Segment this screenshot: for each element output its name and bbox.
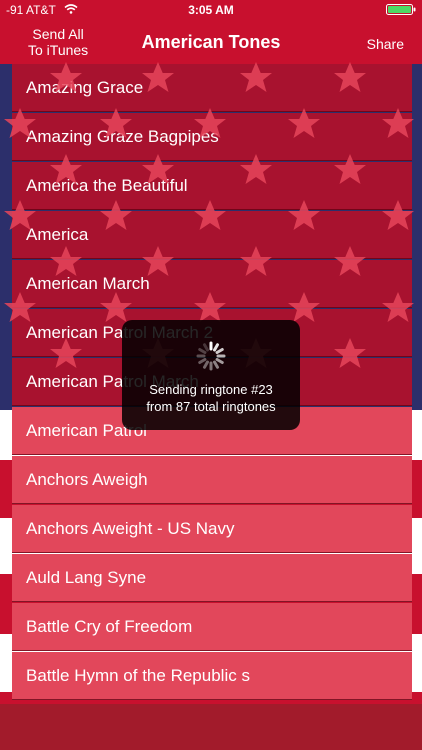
nav-title: American Tones — [141, 32, 281, 52]
share-button[interactable]: Share — [367, 36, 404, 52]
status-bar: -91 AT&T 3:05 AM — [0, 0, 422, 20]
progress-hud: Sending ringtone #23 from 87 total ringt… — [122, 320, 300, 430]
list-item[interactable]: America — [12, 211, 412, 259]
list-item[interactable]: Battle Cry of Freedom — [12, 603, 412, 651]
list-item[interactable]: Amazing Grace — [12, 64, 412, 112]
list-item[interactable]: Auld Lang Syne — [12, 554, 412, 602]
spinner-icon — [196, 341, 226, 371]
hud-message-line1: Sending ringtone #23 — [149, 382, 273, 397]
list-item[interactable]: Amazing Graze Bagpipes — [12, 113, 412, 161]
list-item[interactable]: Battle Hymn of the Republic s — [12, 652, 412, 700]
list-item[interactable]: Anchors Aweigh — [12, 456, 412, 504]
battery-icon — [386, 4, 416, 15]
list-item[interactable]: America the Beautiful — [12, 162, 412, 210]
status-time: 3:05 AM — [188, 3, 234, 17]
hud-message-line2: from 87 total ringtones — [146, 399, 276, 414]
list-item[interactable]: American March — [12, 260, 412, 308]
nav-bar: Send All To iTunes American Tones Share — [0, 20, 422, 64]
list-item[interactable]: Anchors Aweight - US Navy — [12, 505, 412, 553]
bottom-toolbar — [0, 704, 422, 750]
